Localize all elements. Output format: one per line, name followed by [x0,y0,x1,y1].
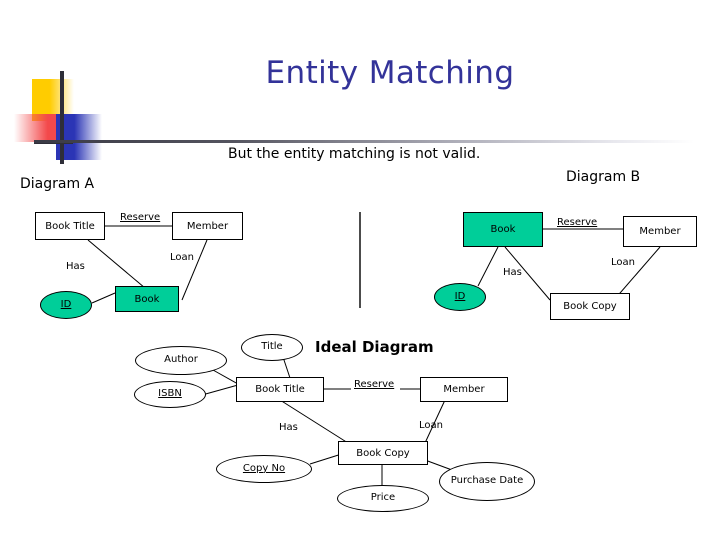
entity-member-b[interactable]: Member [623,216,697,247]
attribute-label: Copy No [242,462,286,474]
entity-book-copy-ideal[interactable]: Book Copy [338,441,428,465]
attribute-label: ISBN [158,388,182,400]
entity-member-a[interactable]: Member [172,212,243,240]
entity-label: Book Title [45,220,95,232]
attribute-purchase-date-ideal[interactable]: Purchase Date [439,462,535,501]
entity-book-copy-b[interactable]: Book Copy [550,293,630,320]
entity-label: Member [639,226,681,237]
attribute-price-ideal[interactable]: Price [337,485,429,512]
relationship-reserve-b: Reserve [557,217,598,228]
relationship-reserve-a: Reserve [120,212,161,223]
entity-label: Book Copy [563,301,617,312]
entity-label: Member [186,220,229,232]
attribute-label: Author [164,354,198,366]
relationship-loan-b: Loan [611,257,635,268]
entity-book-b[interactable]: Book [463,212,543,247]
relationship-has-a: Has [66,261,85,272]
logo-red-square [14,114,62,142]
entity-member-ideal[interactable]: Member [420,377,508,402]
title-divider-rule [34,140,694,143]
attribute-author-ideal[interactable]: Author [135,346,227,375]
relationship-has-b: Has [503,267,522,278]
diagram-b-label: Diagram B [566,169,641,185]
entity-label: Book [490,224,516,235]
relationship-loan-a: Loan [170,252,194,263]
page-title: Entity Matching [265,55,515,91]
attribute-id-b[interactable]: ID [434,283,486,311]
entity-label: Book Title [255,384,305,395]
relationship-loan-ideal: Loan [419,420,443,431]
link-a-id-book [91,292,116,304]
link-i-bookcopy-purchasedate [424,459,453,471]
attribute-isbn-ideal[interactable]: ISBN [134,381,206,408]
entity-book-a[interactable]: Book [115,286,179,312]
attribute-id-a[interactable]: ID [40,291,92,319]
link-a-booktitle-book [87,239,146,289]
ideal-diagram-label: Ideal Diagram [315,338,434,356]
link-a-member-book [181,239,208,301]
entity-book-title-ideal[interactable]: Book Title [236,377,324,402]
attribute-label: Title [261,341,283,353]
attribute-title-ideal[interactable]: Title [241,334,303,361]
entity-label: Book [134,293,160,305]
logo-vertical-bar [60,71,64,164]
attribute-label: ID [454,290,466,302]
link-b-book-id [477,246,499,287]
slide-subtitle: But the entity matching is not valid. [228,146,481,162]
attribute-label: ID [60,298,72,310]
slide-canvas: Entity Matching But the entity matching … [0,0,720,540]
relationship-has-ideal: Has [279,422,298,433]
attribute-label: Purchase Date [450,475,524,487]
link-i-isbn-booktitle [201,384,239,396]
entity-label: Member [443,384,485,395]
attribute-label: Price [370,492,396,504]
entity-book-title-a[interactable]: Book Title [35,212,105,240]
link-i-author-booktitle [212,369,239,385]
diagram-a-label: Diagram A [20,176,95,192]
attribute-copy-no-ideal[interactable]: Copy No [216,455,312,483]
relationship-reserve-ideal: Reserve [354,379,395,390]
entity-label: Book Copy [356,447,410,459]
